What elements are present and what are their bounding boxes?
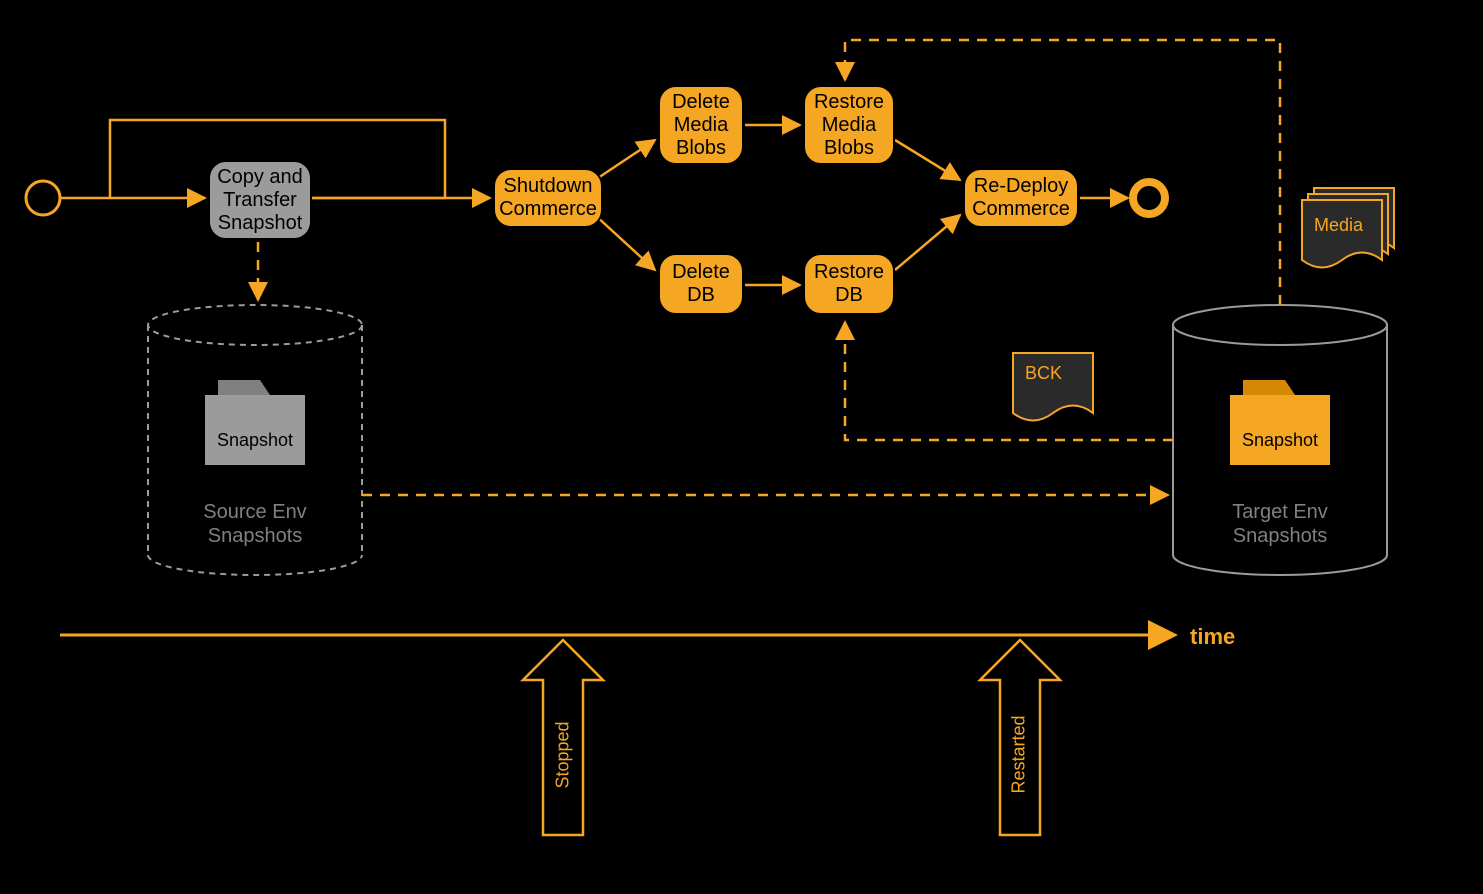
node-label: Restore Media Blobs <box>814 91 884 160</box>
node-label: Re-Deploy Commerce <box>972 175 1070 221</box>
bck-label: BCK <box>1025 363 1062 384</box>
media-label: Media <box>1314 215 1363 236</box>
stopped-label: Stopped <box>553 729 574 789</box>
restore-db-node: Restore DB <box>803 253 895 315</box>
delete-media-blobs-node: Delete Media Blobs <box>658 85 744 165</box>
target-db-label: Target Env Snapshots <box>1195 500 1365 548</box>
source-folder-label: Snapshot <box>205 430 305 451</box>
restarted-label: Restarted <box>1009 724 1030 794</box>
source-db-label: Source Env Snapshots <box>170 500 340 548</box>
node-label: Delete DB <box>672 261 730 307</box>
start-event-icon <box>26 181 60 215</box>
node-label: Delete Media Blobs <box>672 91 730 160</box>
redeploy-commerce-node: Re-Deploy Commerce <box>963 168 1079 228</box>
source-folder-icon <box>205 380 305 465</box>
copy-transfer-snapshot-node: Copy and Transfer Snapshot <box>208 160 312 240</box>
restore-media-blobs-node: Restore Media Blobs <box>803 85 895 165</box>
node-label: Shutdown Commerce <box>499 175 597 221</box>
end-event-icon <box>1133 182 1165 214</box>
delete-db-node: Delete DB <box>658 253 744 315</box>
target-folder-label: Snapshot <box>1230 430 1330 451</box>
time-axis-label: time <box>1190 624 1235 650</box>
node-label: Restore DB <box>814 261 884 307</box>
target-folder-icon <box>1230 380 1330 465</box>
node-label: Copy and Transfer Snapshot <box>217 166 303 235</box>
shutdown-commerce-node: Shutdown Commerce <box>493 168 603 228</box>
